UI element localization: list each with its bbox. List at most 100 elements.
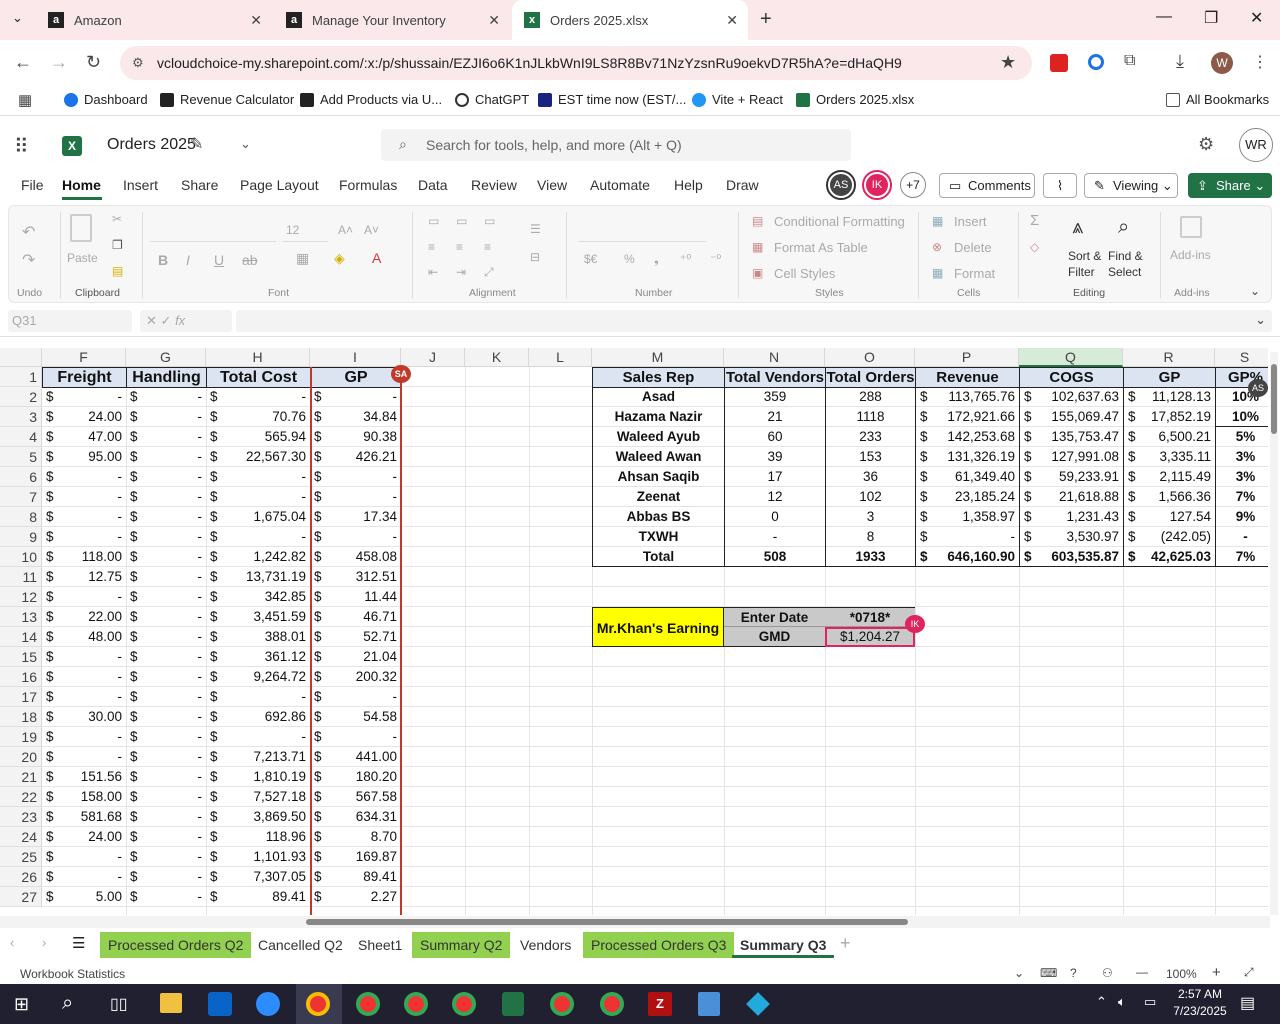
summary-cell[interactable]: 3 [825,507,915,527]
summary-cell[interactable]: 153 [825,447,915,467]
chrome-icon[interactable] [356,992,380,1016]
viewing-mode-button[interactable]: ✎ Viewing ⌄ [1084,173,1178,198]
insert-button[interactable]: Insert [954,214,987,229]
column-header[interactable]: N [724,348,825,367]
menu-page-layout[interactable]: Page Layout [240,177,319,193]
find-select-button[interactable]: Find & Select [1108,248,1150,280]
conditional-formatting-button[interactable]: Conditional Formatting [774,214,905,229]
summary-cell[interactable]: 1933 [825,547,915,567]
table-cell[interactable]: $342.85 [206,587,310,607]
summary-cell[interactable]: Waleed Awan [592,447,724,467]
table-cell[interactable]: $ - [42,867,126,887]
table-cell[interactable]: $1,675.04 [206,507,310,527]
row-header[interactable]: 26 [0,867,42,887]
summary-cell[interactable]: 7% [1215,487,1268,507]
align-middle-icon[interactable]: ▭ [456,214,467,228]
collaborator-avatar[interactable]: AS [826,170,856,200]
cell-styles-button[interactable]: Cell Styles [774,266,835,281]
format-cells-icon[interactable]: ▦ [932,266,943,280]
scrollbar-thumb[interactable] [1271,364,1277,434]
table-cell[interactable]: $ - [126,767,206,787]
row-header[interactable]: 14 [0,627,42,647]
summary-cell[interactable]: Zeenat [592,487,724,507]
paste-icon[interactable] [70,214,92,242]
bookmark-est[interactable]: EST time now (EST/... [538,92,686,107]
user-avatar[interactable]: WR [1239,128,1273,162]
sheet-tab[interactable]: Vendors [512,932,579,958]
strikethrough-icon[interactable]: ab [242,252,258,268]
table-cell[interactable]: $388.01 [206,627,310,647]
window-close-icon[interactable]: ✕ [1250,8,1263,28]
column-header[interactable]: L [529,348,592,367]
row-header[interactable]: 22 [0,787,42,807]
table-cell[interactable]: $ - [126,487,206,507]
table-cell[interactable]: $24.00 [42,827,126,847]
table-cell[interactable]: $ - [42,687,126,707]
table-cell[interactable]: $ - [126,787,206,807]
summary-cell[interactable]: $1,566.36 [1123,487,1215,507]
table-cell[interactable]: $7,527.18 [206,787,310,807]
gmd-value[interactable]: $1,204.27 [825,627,915,647]
clock-date[interactable]: 7/23/2025 [1168,1004,1232,1018]
new-tab-icon[interactable]: + [760,8,772,31]
table-cell[interactable]: $565.94 [206,427,310,447]
profile-avatar[interactable]: W [1211,52,1233,74]
sheet-tab[interactable]: Summary Q2 [412,932,511,958]
bookmark-vite[interactable]: Vite + React [692,92,783,107]
font-size-select[interactable]: 12 [282,220,328,242]
increase-indent-icon[interactable]: ⇥ [456,265,466,279]
table-cell[interactable]: $ - [126,827,206,847]
task-view-icon[interactable]: ▯▯ [110,994,128,1014]
table-cell[interactable]: $1,242.82 [206,547,310,567]
apps-grid-icon[interactable]: ▦ [18,91,32,109]
summary-cell[interactable]: - [724,527,825,547]
conditional-formatting-icon[interactable]: ▤ [752,214,763,228]
summary-cell[interactable]: $3,335.11 [1123,447,1215,467]
table-cell[interactable]: $ - [126,567,206,587]
summary-cell[interactable]: $6,500.21 [1123,427,1215,447]
summary-cell[interactable]: $59,233.91 [1019,467,1123,487]
table-cell[interactable]: $ - [126,447,206,467]
table-icon[interactable]: ▦ [752,240,763,254]
table-cell[interactable]: $158.00 [42,787,126,807]
row-header[interactable]: 5 [0,447,42,467]
table-cell[interactable]: $ - [126,607,206,627]
percent-icon[interactable]: % [624,252,635,266]
summary-cell[interactable]: $127.54 [1123,507,1215,527]
shrink-font-icon[interactable]: A˅ [364,223,379,237]
summary-cell[interactable]: $646,160.90 [915,547,1019,567]
summary-cell[interactable]: $1,231.43 [1019,507,1123,527]
summary-cell[interactable]: $11,128.13 [1123,387,1215,407]
summary-cell[interactable]: 7% [1215,547,1268,567]
restore-icon[interactable]: ❐ [1204,8,1218,28]
menu-home[interactable]: Home [62,177,101,193]
windows-start-icon[interactable]: ⊞ [14,994,29,1015]
table-cell[interactable]: $ - [126,867,206,887]
format-button[interactable]: Format [954,266,995,281]
table-cell[interactable]: $ - [206,687,310,707]
paste-label[interactable]: Paste [67,251,98,265]
summary-cell[interactable]: 0 [724,507,825,527]
summary-cell[interactable]: 5% [1215,427,1268,447]
summary-cell[interactable]: 8 [825,527,915,547]
menu-file[interactable]: File [21,177,44,193]
table-cell[interactable]: $ - [126,507,206,527]
summary-cell[interactable]: $135,753.47 [1019,427,1123,447]
column-header[interactable]: Q [1019,348,1123,367]
table-cell[interactable]: $13,731.19 [206,567,310,587]
format-as-table-button[interactable]: Format As Table [774,240,868,255]
column-header[interactable]: O [825,348,915,367]
tab-list-icon[interactable]: ⌄ [12,10,23,26]
summary-cell[interactable]: 102 [825,487,915,507]
table-cell[interactable]: $ - [42,727,126,747]
align-left-icon[interactable]: ≡ [428,240,435,254]
row-header[interactable]: 15 [0,647,42,667]
insert-cells-icon[interactable]: ▦ [932,214,943,228]
underline-icon[interactable]: U [214,252,224,268]
summary-cell[interactable]: $142,253.68 [915,427,1019,447]
function-icon[interactable]: fx [175,313,185,328]
add-sheet-icon[interactable]: + [840,933,851,954]
row-header[interactable]: 18 [0,707,42,727]
summary-cell[interactable]: 359 [724,387,825,407]
summary-cell[interactable]: $ (242.05) [1123,527,1215,547]
